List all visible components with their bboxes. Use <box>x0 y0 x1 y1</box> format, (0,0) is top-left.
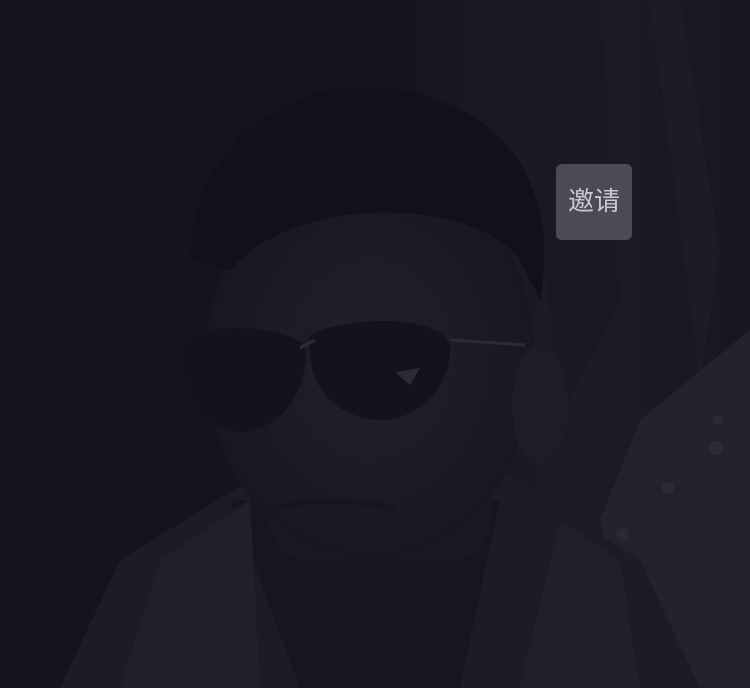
invite-button-label: 邀请 <box>567 187 620 217</box>
dim-overlay <box>0 0 750 688</box>
video-call-screen: 邀请 <box>0 0 750 688</box>
invite-button[interactable]: 邀请 <box>556 164 632 240</box>
